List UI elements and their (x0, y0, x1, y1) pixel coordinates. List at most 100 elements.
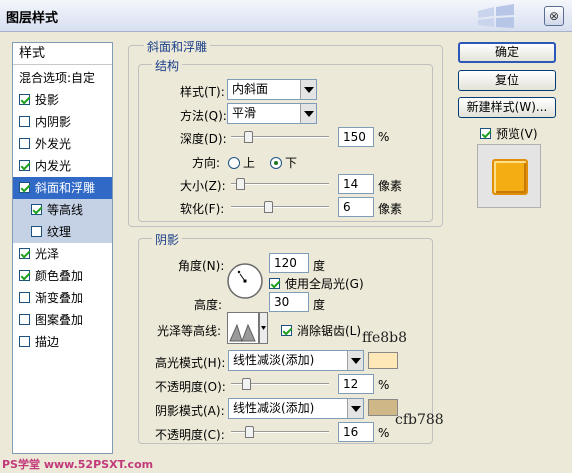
style-item-texture[interactable]: 纹理 (13, 221, 112, 243)
style-item-label: 图案叠加 (35, 313, 84, 327)
highlight-opacity-unit: % (378, 378, 390, 392)
style-item-satin[interactable]: 光泽 (13, 243, 112, 265)
slider-thumb[interactable] (264, 201, 274, 213)
bevel-emboss-checkbox[interactable] (19, 182, 30, 193)
slider-thumb[interactable] (241, 378, 251, 390)
direction-down-label: 下 (285, 156, 298, 170)
depth-unit: % (378, 130, 390, 144)
gloss-contour-icon (229, 323, 256, 343)
style-item-outer-glow[interactable]: 外发光 (13, 133, 112, 155)
shadow-opacity-input[interactable]: 16 (338, 422, 374, 442)
style-select-value: 内斜面 (232, 82, 269, 96)
style-item-stroke[interactable]: 描边 (13, 331, 112, 353)
anti-aliased-option[interactable]: 消除锯齿(L) (281, 322, 361, 339)
highlight-mode-select[interactable]: 线性减淡(添加) (228, 350, 364, 371)
new-style-button[interactable]: 新建样式(W)... (458, 97, 556, 118)
depth-input[interactable]: 150 (338, 127, 374, 147)
depth-slider[interactable] (231, 130, 329, 144)
style-item-label: 外发光 (35, 137, 72, 151)
chevron-down-icon (347, 351, 363, 370)
size-label: 大小(Z): (180, 179, 226, 193)
preview-option[interactable]: 预览(V) (480, 125, 538, 142)
size-unit: 像素 (378, 179, 403, 193)
size-slider[interactable] (231, 177, 329, 191)
slider-thumb[interactable] (244, 131, 254, 143)
soften-input[interactable]: 6 (338, 197, 374, 217)
styles-header[interactable]: 样式 (13, 43, 112, 65)
style-item-label: 纹理 (47, 225, 72, 239)
highlight-opacity-slider[interactable] (231, 377, 329, 391)
pattern-overlay-checkbox[interactable] (19, 314, 30, 325)
soften-slider[interactable] (231, 200, 329, 214)
gloss-contour-dropdown[interactable] (259, 312, 268, 344)
gloss-contour-picker[interactable] (227, 312, 259, 344)
highlight-color-swatch[interactable] (368, 352, 398, 369)
style-item-color-overlay[interactable]: 颜色叠加 (13, 265, 112, 287)
highlight-mode-value: 线性减淡(添加) (233, 353, 315, 367)
texture-checkbox[interactable] (31, 226, 42, 237)
styles-list: 样式 混合选项:自定 投影 内阴影 外发光 内发光 斜面和浮雕 等高线 纹理 光… (12, 42, 113, 454)
shadow-opacity-slider[interactable] (231, 425, 329, 439)
soften-label: 软化(F): (180, 202, 225, 216)
style-item-bevel-emboss[interactable]: 斜面和浮雕 (13, 177, 112, 199)
shadow-hex-annotation: cfb788 (395, 412, 444, 428)
style-item-drop-shadow[interactable]: 投影 (13, 89, 112, 111)
style-item-label: 等高线 (47, 203, 84, 217)
altitude-unit: 度 (313, 298, 326, 312)
highlight-mode-label: 高光模式(H): (155, 356, 226, 370)
title-bar: 图层样式 ⊗ (0, 0, 572, 32)
direction-up-radio[interactable] (228, 157, 240, 169)
style-item-contour[interactable]: 等高线 (13, 199, 112, 221)
slider-thumb[interactable] (236, 178, 246, 190)
slider-thumb[interactable] (245, 426, 255, 438)
shadow-opacity-unit: % (378, 426, 390, 440)
angle-label: 角度(N): (178, 259, 225, 273)
angle-dial[interactable] (226, 262, 264, 300)
style-label: 样式(T): (180, 85, 225, 99)
reset-button[interactable]: 复位 (458, 70, 556, 91)
style-item-gradient-overlay[interactable]: 渐变叠加 (13, 287, 112, 309)
inner-shadow-checkbox[interactable] (19, 116, 30, 127)
style-item-label: 渐变叠加 (35, 291, 84, 305)
blend-options-item[interactable]: 混合选项:自定 (13, 67, 112, 89)
shadow-opacity-label: 不透明度(C): (155, 428, 225, 442)
size-input[interactable]: 14 (338, 174, 374, 194)
anti-aliased-checkbox[interactable] (281, 325, 292, 336)
contour-checkbox[interactable] (31, 204, 42, 215)
altitude-input[interactable]: 30 (269, 292, 309, 312)
depth-label: 深度(D): (180, 132, 227, 146)
angle-input[interactable]: 120 (269, 253, 309, 273)
preview-checkbox[interactable] (480, 128, 491, 139)
direction-up-option[interactable]: 上 (228, 154, 255, 171)
bevel-emboss-legend: 斜面和浮雕 (144, 38, 211, 55)
shadow-mode-value: 线性减淡(添加) (233, 401, 315, 415)
shadow-mode-select[interactable]: 线性减淡(添加) (228, 398, 364, 419)
global-light-option[interactable]: 使用全局光(G) (269, 275, 364, 292)
color-overlay-checkbox[interactable] (19, 270, 30, 281)
style-item-inner-shadow[interactable]: 内阴影 (13, 111, 112, 133)
satin-checkbox[interactable] (19, 248, 30, 259)
style-select[interactable]: 内斜面 (227, 79, 317, 100)
direction-down-option[interactable]: 下 (270, 154, 297, 171)
outer-glow-checkbox[interactable] (19, 138, 30, 149)
style-item-label: 内发光 (35, 159, 72, 173)
shadow-color-swatch[interactable] (368, 399, 398, 416)
ok-button[interactable]: 确定 (458, 42, 556, 63)
close-button[interactable]: ⊗ (544, 6, 564, 26)
style-item-pattern-overlay[interactable]: 图案叠加 (13, 309, 112, 331)
style-item-label: 内阴影 (35, 115, 72, 129)
inner-glow-checkbox[interactable] (19, 160, 30, 171)
chevron-down-icon (300, 80, 316, 99)
technique-select[interactable]: 平滑 (227, 103, 317, 124)
highlight-opacity-input[interactable]: 12 (338, 374, 374, 394)
stroke-checkbox[interactable] (19, 336, 30, 347)
direction-down-radio[interactable] (270, 157, 282, 169)
preview-label: 预览(V) (496, 127, 538, 141)
style-item-label: 颜色叠加 (35, 269, 84, 283)
shading-legend: 阴影 (152, 231, 183, 248)
drop-shadow-checkbox[interactable] (19, 94, 30, 105)
global-light-checkbox[interactable] (269, 278, 280, 289)
gradient-overlay-checkbox[interactable] (19, 292, 30, 303)
style-item-inner-glow[interactable]: 内发光 (13, 155, 112, 177)
direction-up-label: 上 (243, 156, 256, 170)
